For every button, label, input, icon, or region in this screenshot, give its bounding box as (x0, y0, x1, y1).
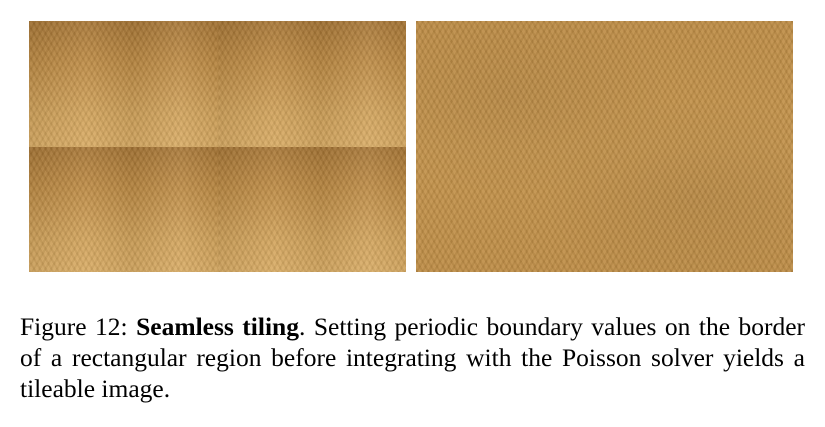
figure-title-suffix: . (298, 312, 306, 341)
texture-tile-bottom-right (218, 147, 406, 272)
figure-label: Figure 12: (20, 312, 128, 341)
seamless-texture-fill (416, 21, 793, 272)
figure-title: Seamless tiling (136, 312, 299, 341)
figure-caption: Figure 12: Seamless tiling. Setting peri… (20, 311, 805, 404)
texture-tile-bottom-left (29, 147, 218, 272)
tiled-texture-with-seams (29, 21, 406, 272)
texture-tile-top-left (29, 21, 218, 147)
texture-tile-top-right (218, 21, 406, 147)
seamless-tiled-texture (416, 21, 793, 272)
